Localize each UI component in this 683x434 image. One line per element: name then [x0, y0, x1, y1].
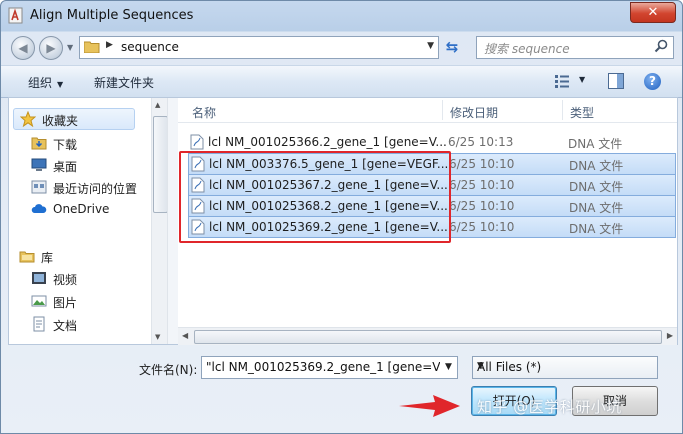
column-header-name[interactable]: 名称 [192, 104, 216, 121]
selection-highlight-box [179, 151, 451, 243]
nav-item-label: 库 [41, 251, 54, 265]
nav-item-7[interactable]: 图片 [31, 291, 149, 311]
refresh-icon[interactable]: ⇆ [442, 38, 462, 56]
close-button[interactable]: ✕ [630, 2, 676, 23]
scroll-up-icon[interactable]: ▲ [155, 101, 160, 109]
horizontal-scrollbar[interactable]: ◀ ▶ [178, 327, 677, 345]
search-icon[interactable] [654, 39, 669, 54]
nav-item-0[interactable]: 收藏夹 [13, 108, 135, 130]
cloud-icon [31, 201, 47, 217]
title-bar: Align Multiple Sequences ✕ [1, 1, 682, 31]
folder-icon [84, 41, 100, 53]
nav-item-label: 桌面 [53, 160, 78, 174]
search-placeholder: 搜索 sequence [484, 42, 570, 56]
forward-button[interactable]: ▶ [39, 36, 63, 60]
app-icon [8, 7, 23, 24]
file-name: lcl NM_001025366.2_gene_1 [gene=V... [208, 135, 447, 149]
column-header-type[interactable]: 类型 [570, 104, 594, 121]
pictures-icon [31, 293, 47, 309]
nav-item-label: 文档 [53, 319, 78, 333]
red-arrow-annotation [399, 395, 460, 417]
file-type: DNA 文件 [569, 201, 624, 215]
filename-label: 文件名(N): [139, 363, 198, 377]
recent-locations-dropdown[interactable]: ▼ [67, 43, 73, 52]
breadcrumb-current-folder[interactable]: sequence [121, 40, 179, 54]
navigation-scroll-thumb[interactable] [153, 116, 167, 213]
nav-item-label: 最近访问的位置 [53, 182, 138, 196]
organize-label: 组织 [28, 76, 53, 90]
navigation-pane: 收藏夹下载桌面最近访问的位置 OneDrive 库视频图片文档 ▲ ▼ [9, 98, 167, 344]
file-type: DNA 文件 [569, 180, 624, 194]
view-options-icon[interactable] [555, 75, 569, 88]
download-folder-icon [31, 135, 47, 151]
file-icon [190, 134, 204, 150]
file-date: 6/25 10:10 [449, 220, 515, 234]
nav-item-1[interactable]: 下载 [31, 133, 149, 153]
navigation-scrollbar[interactable]: ▲ ▼ [151, 98, 167, 344]
new-folder-button[interactable]: 新建文件夹 [94, 74, 154, 91]
open-file-dialog: Align Multiple Sequences ✕ ◀ ▶ ▼ ▶ seque… [0, 0, 683, 434]
scroll-down-icon[interactable]: ▼ [155, 333, 160, 341]
file-type-select[interactable]: All Files (*) ▼ [472, 356, 658, 379]
file-date: 6/25 10:13 [448, 135, 514, 149]
column-header-date[interactable]: 修改日期 [450, 104, 498, 121]
file-type: DNA 文件 [569, 222, 624, 236]
chevron-down-icon: ▼ [57, 80, 64, 89]
nav-item-label: 收藏夹 [42, 114, 79, 128]
back-button[interactable]: ◀ [11, 36, 35, 60]
organize-button[interactable]: 组织 ▼ [28, 74, 63, 91]
nav-item-8[interactable]: 文档 [31, 314, 149, 334]
nav-item-label: 下载 [53, 138, 78, 152]
recent-places-icon [31, 179, 47, 195]
file-type: DNA 文件 [569, 159, 624, 173]
file-date: 6/25 10:10 [449, 157, 515, 171]
nav-item-label: 视频 [53, 273, 78, 287]
file-row[interactable]: lcl NM_001025366.2_gene_1 [gene=V... 6/25… [188, 132, 674, 152]
chevron-down-icon: ▼ [477, 361, 484, 371]
address-bar[interactable]: ▶ sequence ▼ [79, 36, 439, 59]
forward-arrow-icon: ▶ [46, 41, 56, 55]
video-icon [31, 270, 47, 286]
back-arrow-icon: ◀ [18, 41, 28, 55]
nav-item-3[interactable]: 最近访问的位置 [31, 177, 149, 197]
nav-item-2[interactable]: 桌面 [31, 155, 149, 175]
filename-dropdown-icon[interactable]: ▼ [440, 357, 457, 378]
scroll-left-icon[interactable]: ◀ [182, 331, 188, 340]
library-icon [19, 248, 35, 264]
desktop-icon [31, 157, 47, 173]
nav-item-label: 图片 [53, 296, 78, 310]
address-row: ◀ ▶ ▼ ▶ sequence ▼ ⇆ 搜索 sequence [1, 31, 682, 63]
star-icon [19, 110, 37, 128]
horizontal-scroll-thumb[interactable] [194, 330, 662, 344]
scroll-right-icon[interactable]: ▶ [667, 331, 673, 340]
nav-item-6[interactable]: 视频 [31, 268, 149, 288]
file-date: 6/25 10:10 [449, 178, 515, 192]
search-input[interactable]: 搜索 sequence [476, 36, 674, 59]
watermark: 知乎 @医学科研小坑 [477, 398, 622, 416]
file-type: DNA 文件 [568, 137, 623, 151]
address-dropdown-icon[interactable]: ▼ [427, 41, 434, 51]
nav-item-5[interactable]: 库 [19, 246, 137, 266]
window-title: Align Multiple Sequences [30, 8, 194, 23]
preview-pane-icon[interactable] [608, 73, 624, 89]
nav-item-label: OneDrive [53, 202, 110, 216]
filename-input[interactable]: "lcl NM_001025369.2_gene_1 [gene=VEGFA] … [201, 356, 458, 379]
breadcrumb-arrow-icon[interactable]: ▶ [106, 40, 113, 50]
column-divider[interactable] [562, 100, 563, 120]
filename-value[interactable]: "lcl NM_001025369.2_gene_1 [gene=VEGFA] … [206, 360, 457, 374]
column-header-row: 名称 修改日期 类型 [178, 98, 677, 123]
documents-icon [31, 316, 47, 332]
nav-item-4[interactable]: OneDrive [31, 199, 149, 219]
view-dropdown-icon[interactable]: ▼ [579, 75, 585, 84]
command-toolbar: 组织 ▼ 新建文件夹 ▼ ? [1, 65, 682, 98]
help-icon[interactable]: ? [644, 73, 661, 90]
column-divider[interactable] [442, 100, 443, 120]
file-date: 6/25 10:10 [449, 199, 515, 213]
